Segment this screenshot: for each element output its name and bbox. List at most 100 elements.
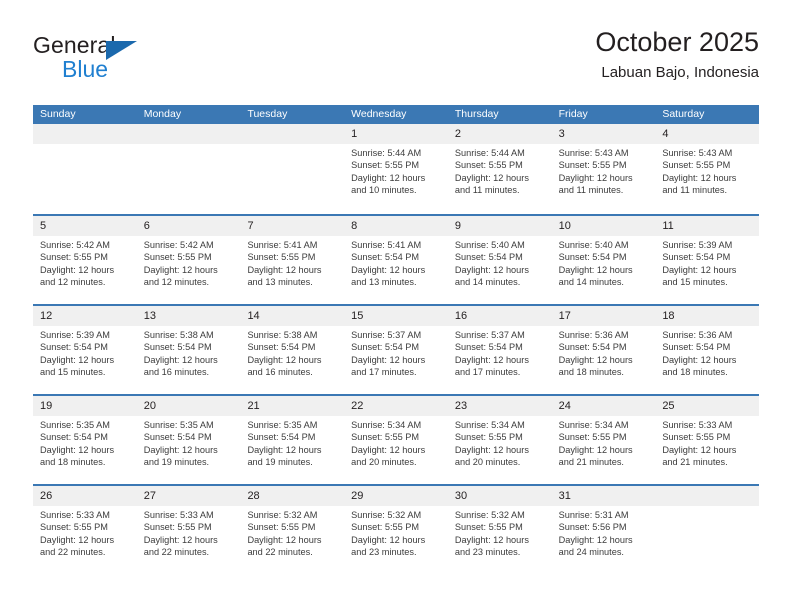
day-info: Sunrise: 5:40 AM Sunset: 5:54 PM Daylight:… [552,236,656,289]
brand-name-general: General [33,32,116,58]
calendar-day-cell[interactable]: 16 Sunrise: 5:37 AM Sunset: 5:54 PM Dayligh… [447,306,552,394]
daylight-text-line2: and 11 minutes. [454,185,520,196]
day-number-band [655,486,760,506]
weekday-tuesday: Tuesday [247,108,288,120]
calendar-day-cell[interactable]: 23 Sunrise: 5:34 AM Sunset: 5:55 PM Dayligh… [447,396,552,484]
calendar-day-cell[interactable]: 31 Sunrise: 5:31 AM Sunset: 5:56 PM Dayligh… [551,486,656,574]
day-number: 17 [558,310,571,322]
sunset-text: Sunset: 5:56 PM [558,522,627,533]
calendar-day-cell[interactable]: 28 Sunrise: 5:32 AM Sunset: 5:55 PM Dayligh… [240,486,345,574]
day-number: 8 [351,220,358,232]
weekday-header-row: Sunday Monday Tuesday Wednesday Thursday… [33,105,759,124]
daylight-text-line1: Daylight: 12 hours [351,172,426,183]
day-number-band: 29 [344,486,448,506]
calendar-day-cell[interactable]: 22 Sunrise: 5:34 AM Sunset: 5:55 PM Dayligh… [344,396,448,484]
sunrise-text: Sunrise: 5:32 AM [351,510,422,520]
daylight-text-line1: Daylight: 12 hours [40,444,115,455]
calendar-day-cell[interactable]: 29 Sunrise: 5:32 AM Sunset: 5:55 PM Dayligh… [344,486,448,574]
daylight-text-line2: and 18 minutes. [40,457,106,468]
sunrise-text: Sunrise: 5:44 AM [454,148,525,158]
daylight-text-line1: Daylight: 12 hours [454,444,529,455]
day-number: 20 [143,400,156,412]
calendar-day-cell[interactable]: 19 Sunrise: 5:35 AM Sunset: 5:54 PM Dayligh… [33,396,137,484]
calendar-day-cell[interactable]: 4 Sunrise: 5:43 AM Sunset: 5:55 PM Daylight… [655,124,760,214]
calendar-day-cell[interactable]: 1 Sunrise: 5:44 AM Sunset: 5:55 PM Daylight… [344,124,448,214]
sunrise-text: Sunrise: 5:36 AM [662,330,733,340]
day-info: Sunrise: 5:38 AM Sunset: 5:54 PM Daylight:… [137,326,241,379]
sunrise-text: Sunrise: 5:39 AM [40,330,110,340]
daylight-text-line2: and 15 minutes. [662,277,728,288]
daylight-text-line2: and 12 minutes. [143,277,210,288]
daylight-text-line1: Daylight: 12 hours [143,264,218,275]
daylight-text-line2: and 16 minutes. [143,367,210,378]
calendar-day-cell[interactable]: 5 Sunrise: 5:42 AM Sunset: 5:55 PM Daylight… [33,216,137,304]
sunrise-text: Sunrise: 5:37 AM [351,330,422,340]
sunset-text: Sunset: 5:55 PM [454,522,523,533]
calendar-day-cell[interactable]: 30 Sunrise: 5:32 AM Sunset: 5:55 PM Dayligh… [447,486,552,574]
day-number-band: 2 [447,124,552,144]
daylight-text-line1: Daylight: 12 hours [558,444,633,455]
daylight-text-line1: Daylight: 12 hours [247,534,322,545]
day-number: 24 [558,400,571,412]
sunrise-text: Sunrise: 5:44 AM [351,148,422,158]
calendar-day-cell[interactable]: 3 Sunrise: 5:43 AM Sunset: 5:55 PM Daylight… [551,124,656,214]
sunrise-text: Sunrise: 5:34 AM [351,420,422,430]
sunset-text: Sunset: 5:54 PM [662,342,731,353]
calendar-day-cell[interactable]: 11 Sunrise: 5:39 AM Sunset: 5:54 PM Dayligh… [655,216,760,304]
day-info: Sunrise: 5:44 AM Sunset: 5:55 PM Daylight:… [448,144,552,197]
calendar-day-cell[interactable]: 18 Sunrise: 5:36 AM Sunset: 5:54 PM Dayligh… [655,306,760,394]
sunrise-text: Sunrise: 5:39 AM [662,240,733,250]
daylight-text-line1: Daylight: 12 hours [558,172,633,183]
daylight-text-line2: and 19 minutes. [143,457,210,468]
calendar-day-cell-empty [136,124,241,214]
day-number-band [33,124,137,144]
calendar-day-cell[interactable]: 17 Sunrise: 5:36 AM Sunset: 5:54 PM Dayligh… [551,306,656,394]
day-number: 19 [40,400,53,412]
calendar-day-cell[interactable]: 7 Sunrise: 5:41 AM Sunset: 5:55 PM Daylight… [240,216,345,304]
day-number-band [136,124,241,144]
daylight-text-line2: and 17 minutes. [351,367,417,378]
calendar-day-cell[interactable]: 9 Sunrise: 5:40 AM Sunset: 5:54 PM Daylight… [447,216,552,304]
calendar-day-cell[interactable]: 21 Sunrise: 5:35 AM Sunset: 5:54 PM Dayligh… [240,396,345,484]
calendar-day-cell-empty [655,486,760,574]
sunrise-text: Sunrise: 5:32 AM [247,510,318,520]
calendar-day-cell[interactable]: 12 Sunrise: 5:39 AM Sunset: 5:54 PM Dayligh… [33,306,137,394]
calendar-day-cell[interactable]: 10 Sunrise: 5:40 AM Sunset: 5:54 PM Dayligh… [551,216,656,304]
calendar-day-cell[interactable]: 20 Sunrise: 5:35 AM Sunset: 5:54 PM Dayligh… [136,396,241,484]
sunset-text: Sunset: 5:54 PM [662,252,731,263]
day-info: Sunrise: 5:37 AM Sunset: 5:54 PM Daylight:… [448,326,552,379]
daylight-text-line1: Daylight: 12 hours [143,534,218,545]
calendar-grid: Sunday Monday Tuesday Wednesday Thursday… [33,105,760,574]
calendar-day-cell[interactable]: 6 Sunrise: 5:42 AM Sunset: 5:55 PM Daylight… [136,216,241,304]
day-number: 4 [662,128,669,140]
sunset-text: Sunset: 5:54 PM [247,342,316,353]
daylight-text-line1: Daylight: 12 hours [351,354,426,365]
calendar-day-cell[interactable]: 2 Sunrise: 5:44 AM Sunset: 5:55 PM Daylight… [447,124,552,214]
daylight-text-line1: Daylight: 12 hours [454,534,529,545]
day-number: 29 [351,490,364,502]
calendar-day-cell[interactable]: 25 Sunrise: 5:33 AM Sunset: 5:55 PM Dayligh… [655,396,760,484]
day-number: 16 [454,310,468,322]
calendar-day-cell[interactable]: 8 Sunrise: 5:41 AM Sunset: 5:54 PM Daylight… [344,216,448,304]
sunrise-text: Sunrise: 5:43 AM [662,148,733,158]
calendar-day-cell[interactable]: 26 Sunrise: 5:33 AM Sunset: 5:55 PM Dayligh… [33,486,137,574]
calendar-week-row: 12 Sunrise: 5:39 AM Sunset: 5:54 PM Dayligh… [33,304,760,394]
day-number-band: 4 [655,124,760,144]
sunset-text: Sunset: 5:54 PM [454,342,523,353]
calendar-day-cell[interactable]: 14 Sunrise: 5:38 AM Sunset: 5:54 PM Dayligh… [240,306,345,394]
calendar-day-cell[interactable]: 15 Sunrise: 5:37 AM Sunset: 5:54 PM Dayligh… [344,306,448,394]
day-number-band: 20 [136,396,241,416]
day-number: 3 [558,128,565,140]
sunset-text: Sunset: 5:55 PM [662,160,731,171]
sunset-text: Sunset: 5:55 PM [143,252,212,263]
day-info: Sunrise: 5:37 AM Sunset: 5:54 PM Daylight:… [344,326,448,379]
daylight-text-line1: Daylight: 12 hours [662,264,737,275]
day-number-band: 26 [33,486,137,506]
sunset-text: Sunset: 5:55 PM [40,522,108,533]
calendar-day-cell[interactable]: 27 Sunrise: 5:33 AM Sunset: 5:55 PM Dayligh… [136,486,241,574]
day-info: Sunrise: 5:33 AM Sunset: 5:55 PM Daylight:… [655,416,759,469]
day-number: 27 [143,490,156,502]
calendar-day-cell[interactable]: 24 Sunrise: 5:34 AM Sunset: 5:55 PM Dayligh… [551,396,656,484]
brand-logo[interactable]: General Blue [33,32,233,92]
calendar-day-cell[interactable]: 13 Sunrise: 5:38 AM Sunset: 5:54 PM Dayligh… [136,306,241,394]
